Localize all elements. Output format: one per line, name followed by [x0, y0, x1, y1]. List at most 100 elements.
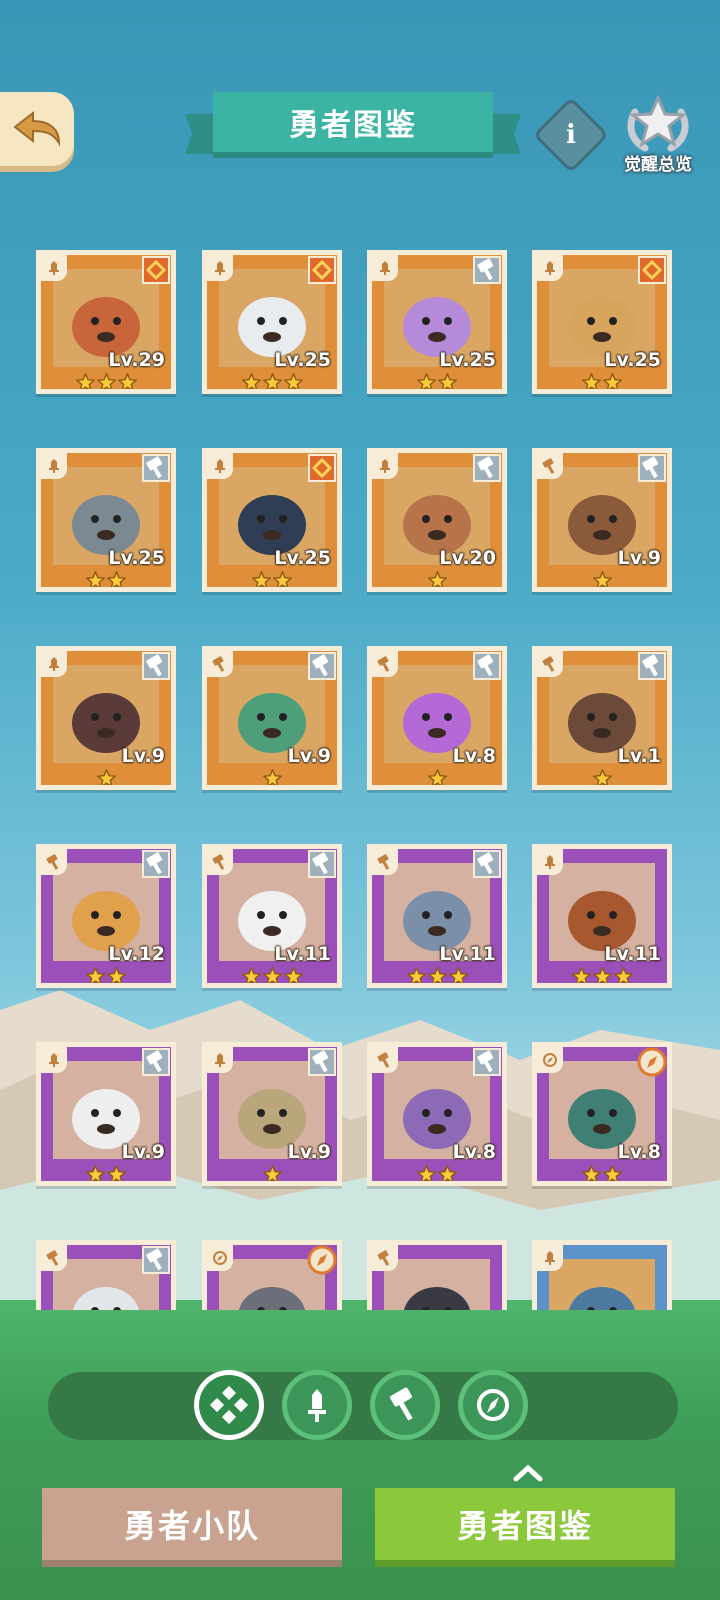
hero-card[interactable]: Lv.9 — [36, 1042, 176, 1186]
hero-card[interactable] — [532, 1240, 672, 1310]
page-title: 勇者图鉴 — [289, 108, 417, 143]
star-icon — [107, 1165, 126, 1181]
star-icon — [582, 1165, 601, 1181]
hero-class-tab — [372, 1047, 398, 1073]
star-icon — [427, 967, 447, 983]
hero-class-tab — [41, 255, 67, 281]
hero-card[interactable]: Lv.11 — [367, 844, 507, 988]
star-icon — [241, 967, 261, 983]
hero-card[interactable]: Lv.8 — [532, 1042, 672, 1186]
hero-card[interactable] — [202, 1240, 342, 1310]
hero-squad-tab[interactable]: 勇者小队 — [42, 1488, 342, 1560]
hero-card[interactable]: Lv.25 — [36, 448, 176, 592]
sword-icon — [215, 459, 225, 473]
hero-class-tab — [207, 255, 233, 281]
hero-card[interactable]: Lv.29 — [36, 250, 176, 394]
awaken-overview-button[interactable]: 觉醒总览 — [610, 92, 706, 178]
title-board: 勇者图鉴 — [213, 92, 493, 152]
hero-level: Lv.9 — [287, 745, 331, 767]
hero-card[interactable]: Lv.8 — [367, 646, 507, 790]
hero-stars — [372, 1165, 502, 1181]
hero-card-frame: Lv.25 — [41, 453, 171, 587]
hammer-icon — [46, 854, 59, 870]
hero-card[interactable] — [36, 1240, 176, 1310]
hero-card[interactable]: Lv.9 — [36, 646, 176, 790]
hero-card[interactable]: Lv.25 — [202, 448, 342, 592]
hero-card[interactable]: Lv.1 — [532, 646, 672, 790]
hero-card-frame: Lv.11 — [537, 849, 667, 983]
hero-card[interactable]: Lv.9 — [202, 646, 342, 790]
hero-card[interactable]: Lv.20 — [367, 448, 507, 592]
hammer-badge-icon — [473, 652, 501, 680]
rank-up-badge-icon — [308, 256, 336, 284]
sword-icon — [49, 459, 59, 473]
star-icon — [571, 967, 591, 983]
hero-class-tab — [207, 453, 233, 479]
hero-card[interactable] — [367, 1240, 507, 1310]
hero-card-frame: Lv.9 — [537, 453, 667, 587]
filter-hammer-button[interactable] — [370, 1370, 440, 1440]
hero-card[interactable]: Lv.12 — [36, 844, 176, 988]
hero-class-tab — [372, 849, 398, 875]
hero-stars — [537, 967, 667, 983]
filter-compass-button[interactable] — [458, 1370, 528, 1440]
hero-class-tab — [537, 1245, 563, 1271]
info-button[interactable]: i — [532, 96, 610, 174]
hero-class-tab — [372, 651, 398, 677]
star-icon — [283, 967, 303, 983]
filter-sword-button[interactable] — [282, 1370, 352, 1440]
star-icon — [241, 373, 261, 389]
hero-card[interactable]: Lv.9 — [532, 448, 672, 592]
hero-level: Lv.12 — [108, 943, 165, 965]
hero-class-tab — [207, 1047, 233, 1073]
hero-card[interactable]: Lv.9 — [202, 1042, 342, 1186]
hammer-badge-icon — [473, 454, 501, 482]
hero-stars — [41, 769, 171, 785]
star-icon — [86, 571, 105, 587]
hero-card[interactable]: Lv.25 — [367, 250, 507, 394]
filter-all-button[interactable] — [194, 1370, 264, 1440]
star-icon — [438, 1165, 457, 1181]
hero-level: Lv.11 — [439, 943, 496, 965]
hero-codex-tab[interactable]: 勇者图鉴 — [375, 1488, 675, 1560]
hero-level: Lv.9 — [617, 547, 661, 569]
hammer-badge-icon — [308, 1048, 336, 1076]
sword-icon — [308, 1389, 326, 1422]
hero-card[interactable]: Lv.11 — [202, 844, 342, 988]
hero-card-frame: Lv.8 — [372, 651, 502, 785]
hero-card[interactable]: Lv.25 — [532, 250, 672, 394]
sword-icon — [215, 261, 225, 275]
hero-card-frame: Lv.9 — [207, 1047, 337, 1181]
sword-icon — [49, 657, 59, 671]
hero-class-tab — [207, 1245, 233, 1271]
star-icon — [96, 373, 116, 389]
awaken-overview-label: 觉醒总览 — [624, 155, 692, 175]
star-icon — [283, 373, 303, 389]
hammer-badge-icon — [142, 1048, 170, 1076]
hero-level: Lv.25 — [108, 547, 165, 569]
hero-level: Lv.11 — [604, 943, 661, 965]
compass-icon — [543, 1053, 557, 1067]
hero-stars — [207, 967, 337, 983]
hero-card-frame: Lv.8 — [537, 1047, 667, 1181]
back-button[interactable] — [0, 92, 74, 166]
hero-class-tab — [372, 255, 398, 281]
hero-level: Lv.8 — [617, 1141, 661, 1163]
hero-class-tab — [537, 651, 563, 677]
star-icon — [262, 373, 282, 389]
hero-card-frame: Lv.29 — [41, 255, 171, 389]
hero-class-tab — [41, 651, 67, 677]
hero-card[interactable]: Lv.11 — [532, 844, 672, 988]
star-icon — [406, 967, 426, 983]
hero-class-tab — [41, 1047, 67, 1073]
hero-stars — [372, 769, 502, 785]
hero-class-tab — [41, 453, 67, 479]
hammer-badge-icon — [308, 652, 336, 680]
hero-card[interactable]: Lv.8 — [367, 1042, 507, 1186]
star-icon — [117, 373, 137, 389]
compass-badge-icon — [307, 1245, 337, 1275]
hero-card-frame: Lv.12 — [41, 849, 171, 983]
star-icon — [252, 571, 271, 587]
hero-card[interactable]: Lv.25 — [202, 250, 342, 394]
hero-stars — [537, 373, 667, 389]
